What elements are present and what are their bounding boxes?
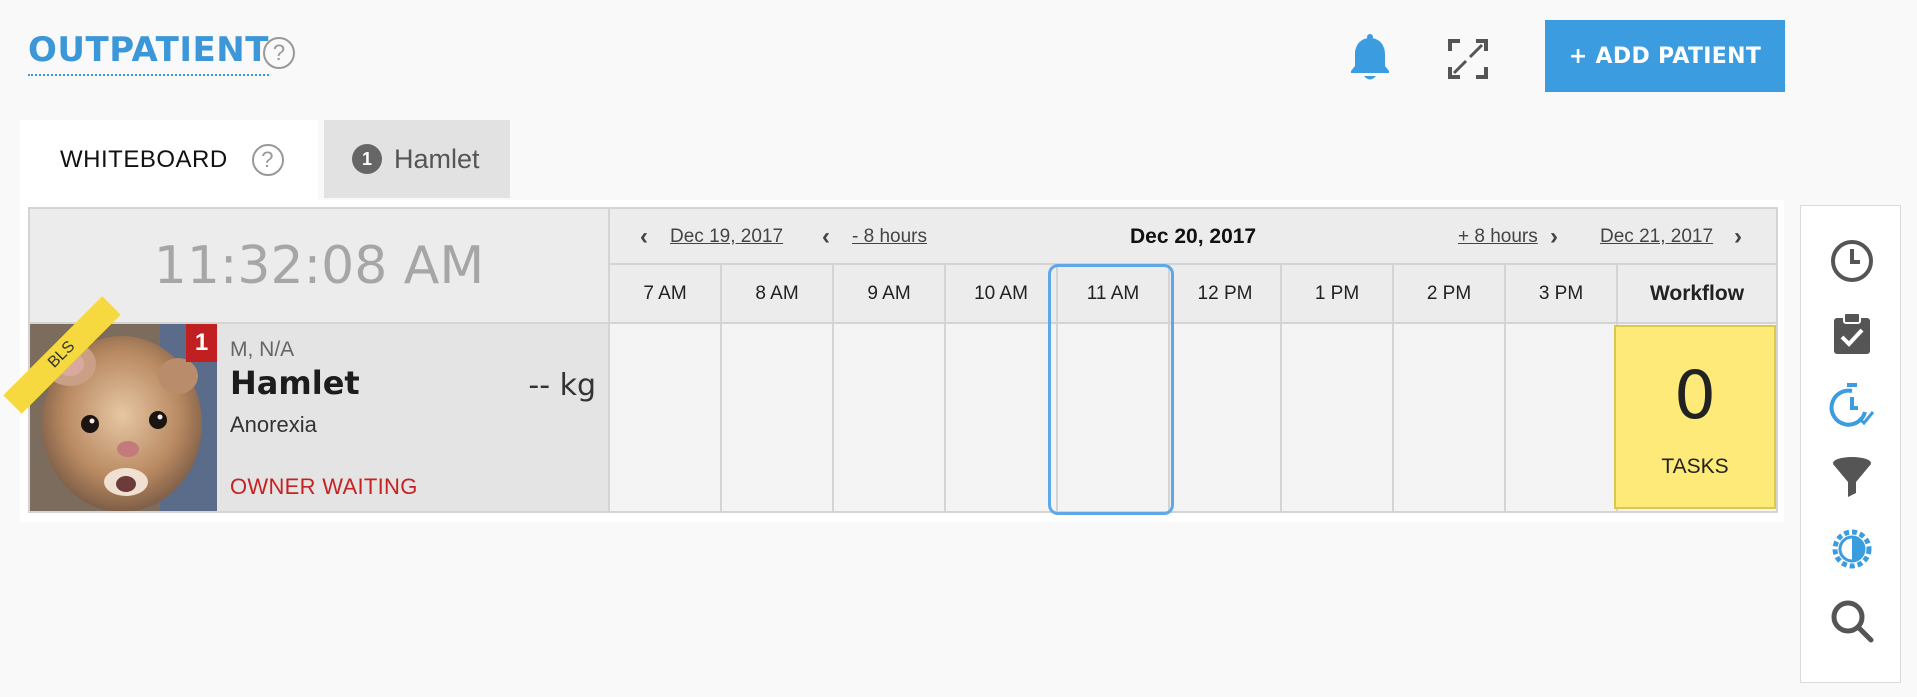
prev-day-link[interactable]: Dec 19, 2017 (670, 226, 783, 248)
current-date: Dec 20, 2017 (1130, 225, 1257, 248)
patient-condition: Anorexia (230, 412, 317, 437)
patient-status: OWNER WAITING (230, 474, 418, 499)
contrast-gear-icon[interactable] (1829, 526, 1875, 572)
patient-card[interactable]: BLS 1 M, N/A Hamlet -- kg Anorexia OWNER… (3, 296, 610, 511)
hour-label: 1 PM (1282, 265, 1394, 322)
hour-slot[interactable] (1506, 324, 1618, 511)
clipboard-check-icon[interactable] (1829, 310, 1875, 356)
page-header: OUTPATIENT ? + ADD PATIENT (0, 0, 1917, 110)
hour-label: 9 AM (834, 265, 946, 322)
bell-icon[interactable] (1348, 34, 1392, 84)
chevron-left-icon[interactable]: ‹ (822, 223, 830, 251)
patient-name[interactable]: Hamlet (230, 364, 360, 402)
patient-weight: -- kg (528, 368, 596, 403)
hour-slot[interactable] (834, 324, 946, 511)
help-icon[interactable]: ? (251, 144, 284, 176)
minus-hours-link[interactable]: - 8 hours (852, 226, 927, 248)
hour-slot[interactable] (1394, 324, 1506, 511)
task-count: 0 (1674, 357, 1716, 434)
expand-icon[interactable] (1446, 37, 1490, 81)
next-day-link[interactable]: Dec 21, 2017 (1600, 226, 1713, 248)
tab-whiteboard[interactable]: WHITEBOARD ? (20, 120, 318, 200)
hour-label: 2 PM (1394, 265, 1506, 322)
hour-slot[interactable] (946, 324, 1058, 511)
filter-icon[interactable] (1829, 454, 1875, 500)
plus-hours-link[interactable]: + 8 hours (1458, 226, 1538, 248)
hour-slot[interactable] (1282, 324, 1394, 511)
workflow-header: Workflow (1649, 281, 1745, 305)
chevron-right-icon[interactable]: › (1550, 223, 1558, 251)
workflow-tasks-cell[interactable]: 0 TASKS (1614, 325, 1776, 509)
hour-label: 10 AM (946, 265, 1058, 322)
right-toolbar (1800, 205, 1901, 683)
patient-sex-age: M, N/A (230, 338, 295, 361)
tab-count-badge: 1 (352, 144, 382, 174)
help-icon[interactable]: ? (263, 37, 295, 69)
hour-slot[interactable] (722, 324, 834, 511)
tab-whiteboard-label: WHITEBOARD (60, 146, 228, 173)
hour-label: 3 PM (1506, 265, 1618, 322)
date-navigation: ‹ Dec 19, 2017 ‹ - 8 hours Dec 20, 2017 … (610, 209, 1776, 265)
tab-hamlet-label: Hamlet (394, 143, 480, 174)
current-hour-highlight (1048, 264, 1174, 515)
clock-icon[interactable] (1829, 238, 1875, 284)
hours-header: 7 AM 8 AM 9 AM 10 AM 11 AM 12 PM 1 PM 2 … (610, 265, 1776, 324)
chevron-left-icon[interactable]: ‹ (640, 223, 648, 251)
alert-count-badge[interactable]: 1 (186, 324, 217, 362)
hour-label: 7 AM (610, 265, 722, 322)
search-icon[interactable] (1829, 598, 1875, 644)
add-patient-button[interactable]: + ADD PATIENT (1545, 20, 1785, 92)
task-label: TASKS (1661, 455, 1729, 478)
hour-slot[interactable] (1170, 324, 1282, 511)
whiteboard-grid: 11:32:08 AM ‹ Dec 19, 2017 ‹ - 8 hours D… (3, 207, 1778, 515)
chevron-right-icon[interactable]: › (1734, 223, 1742, 251)
timer-check-icon[interactable] (1829, 382, 1875, 428)
hour-slot[interactable] (610, 324, 722, 511)
tab-hamlet[interactable]: 1 Hamlet (324, 120, 510, 198)
current-time: 11:32:08 AM (30, 209, 610, 324)
hour-label: 8 AM (722, 265, 834, 322)
hour-label: 12 PM (1170, 265, 1282, 322)
page-title[interactable]: OUTPATIENT (28, 30, 269, 76)
